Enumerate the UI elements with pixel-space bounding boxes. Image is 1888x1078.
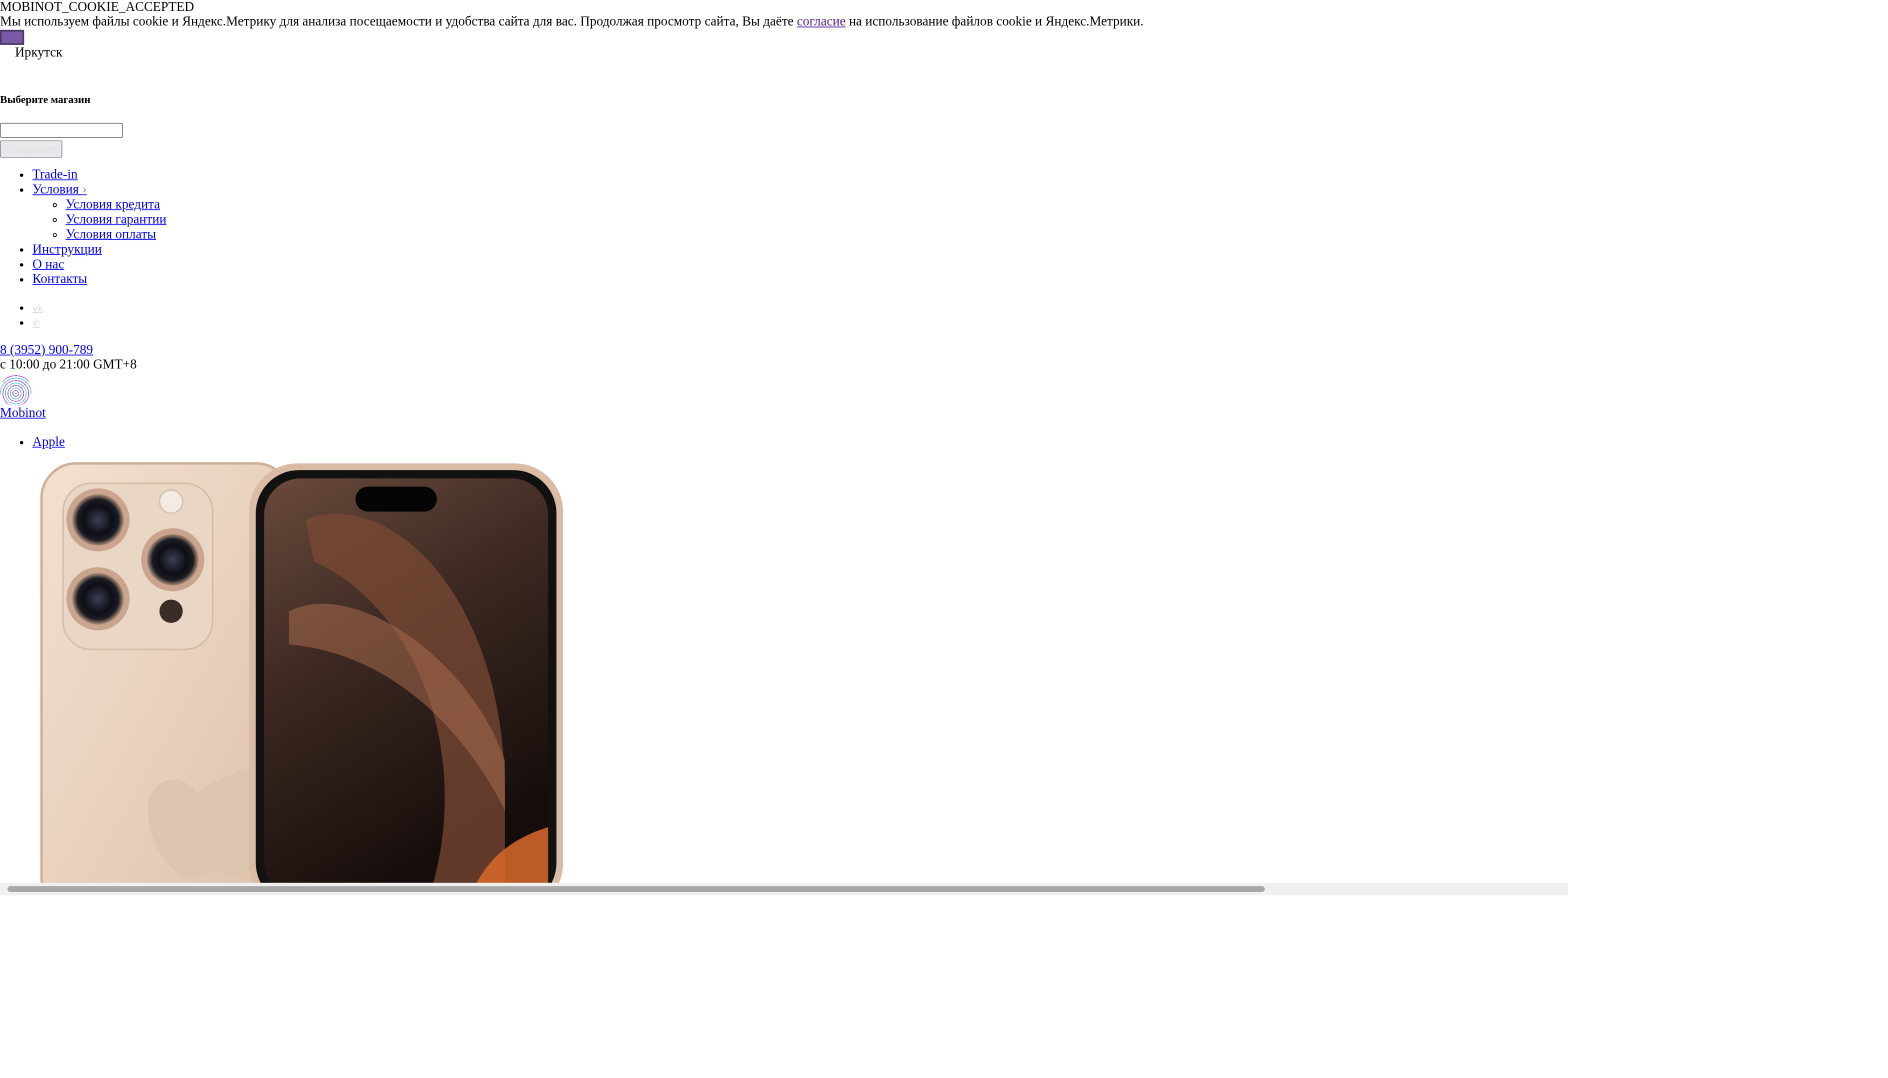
brand-link-apple[interactable]: Apple (32, 435, 64, 449)
conditions-submenu: Условия кредита Условия гарантии Условия… (32, 198, 1568, 243)
whatsapp-icon[interactable]: ✆ (32, 318, 40, 329)
phone-link[interactable]: 8 (3952) 900-789 (0, 343, 93, 357)
brand-item-apple: Apple (32, 435, 1568, 450)
cookie-text-before: Мы используем файлы cookie и Яндекс.Метр… (0, 14, 797, 30)
menu-conditions-label: Условия (32, 182, 79, 197)
menu-item-about: О нас (32, 257, 1568, 272)
menu-link-instructions[interactable]: Инструкции (32, 243, 101, 257)
social-item-whatsapp: ✆ (32, 316, 1568, 331)
phone-row: 8 (3952) 900-789 (0, 343, 1568, 358)
cookie-notice: Мы используем файлы cookie и Яндекс.Метр… (0, 15, 1568, 30)
submenu-link-credit[interactable]: Условия кредита (66, 198, 160, 212)
city-label: Иркутск (14, 45, 63, 60)
logo-row: Mobinot (0, 406, 1568, 421)
submenu-item-warranty: Условия гарантии (66, 213, 1568, 228)
logo-link[interactable]: Mobinot (0, 406, 46, 420)
city-selector[interactable]: Иркутск (0, 46, 1568, 61)
working-hours: с 10:00 до 21:00 GMT+8 (0, 357, 137, 373)
phone-illustration (40, 462, 564, 886)
submenu-link-payment[interactable]: Условия оплаты (66, 228, 156, 242)
submenu-link-warranty[interactable]: Условия гарантии (66, 213, 167, 227)
cookie-text-after: на использование файлов cookie и Яндекс.… (845, 14, 1144, 30)
menu-item-contacts: Контакты (32, 272, 1568, 287)
main-menu: Trade-in Условия › Условия кредита Услов… (0, 168, 1568, 288)
menu-item-conditions: Условия › Условия кредита Условия гарант… (32, 183, 1568, 243)
product-image[interactable] (40, 462, 564, 886)
menu-item-instructions: Инструкции (32, 243, 1568, 258)
vk-icon[interactable]: vk (32, 303, 43, 314)
menu-link-trade-in[interactable]: Trade-in (32, 168, 77, 182)
social-links: vk ✆ (0, 301, 1568, 331)
store-select-title: Выберите магазин (0, 93, 91, 106)
social-item-vk: vk (32, 301, 1568, 316)
chevron-right-icon: › (82, 183, 87, 197)
save-store-button[interactable]: Сохранить (0, 140, 62, 158)
menu-link-contacts[interactable]: Контакты (32, 272, 87, 286)
menu-link-about[interactable]: О нас (32, 257, 64, 271)
cookie-ok-button[interactable]: OK (0, 29, 24, 45)
submenu-item-credit: Условия кредита (66, 198, 1568, 213)
brand-list: Apple (0, 435, 1568, 450)
submenu-item-payment: Условия оплаты (66, 228, 1568, 243)
horizontal-scrollbar[interactable] (0, 882, 1568, 896)
cookie-consent-link[interactable]: согласие (797, 15, 846, 29)
scrollbar-thumb[interactable] (7, 886, 1265, 892)
menu-link-conditions[interactable]: Условия › (32, 183, 86, 197)
fingerprint-logo-icon[interactable] (0, 374, 32, 407)
store-search-input[interactable] (0, 122, 123, 138)
menu-item-trade-in: Trade-in (32, 168, 1568, 183)
cookie-flag-text: MOBINOT_COOKIE_ACCEPTED (0, 0, 195, 15)
